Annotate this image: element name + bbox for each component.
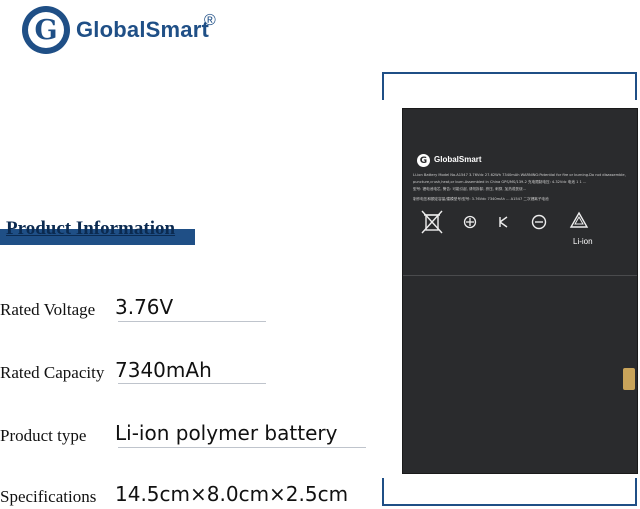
spec-label-voltage: Rated Voltage bbox=[0, 300, 96, 319]
spec-value-specifications: 14.5cm×8.0cm×2.5cm bbox=[115, 482, 349, 506]
brand-name: GlobalSmart bbox=[76, 17, 210, 42]
compliance-mark-icon bbox=[531, 214, 547, 230]
certification-mark-icon bbox=[463, 215, 477, 229]
battery-brand: GlobalSmart bbox=[434, 155, 482, 164]
battery-divider bbox=[403, 275, 637, 276]
spec-label-type: Product type bbox=[0, 426, 87, 445]
rule-capacity bbox=[118, 383, 266, 384]
recycle-label: Li-ion bbox=[573, 237, 593, 246]
kc-mark-icon bbox=[497, 215, 511, 229]
battery-icons bbox=[421, 209, 591, 235]
registered-mark: ® bbox=[204, 12, 216, 29]
battery-label-line1: Li-ion Battery Model No.A1547 3.76Vdc 27… bbox=[413, 173, 626, 177]
battery-image: G GlobalSmart Li-ion Battery Model No.A1… bbox=[402, 108, 638, 474]
logo-letter: G bbox=[34, 14, 58, 46]
crossed-bin-icon bbox=[421, 209, 443, 235]
recycle-icon bbox=[567, 211, 591, 233]
rule-voltage bbox=[118, 321, 266, 322]
spec-label-specifications: Specifications bbox=[0, 487, 97, 506]
battery-label-line4: 制作电压和额定容量/建模型号/型号: 3.76Vdc 7340mAh ... A… bbox=[413, 197, 549, 201]
rule-type bbox=[118, 447, 366, 448]
section-title: Product Information bbox=[6, 218, 176, 239]
globalsmart-logo-icon: G bbox=[22, 6, 70, 54]
spec-value-voltage: 3.76V bbox=[115, 295, 174, 319]
battery-label-line3: 型号: 锂电池电芯, 警告: 可能引起, 请勿拆卸, 挤压, 刺穿, 加热或焚烧… bbox=[413, 187, 526, 191]
battery-label-line2: puncture,crush,heat,or burn.Assembled in… bbox=[413, 180, 587, 184]
spec-label-capacity: Rated Capacity bbox=[0, 363, 105, 382]
image-frame-bottom bbox=[382, 478, 637, 506]
battery-logo-icon: G bbox=[417, 154, 430, 167]
spec-value-capacity: 7340mAh bbox=[115, 358, 212, 382]
battery-connector bbox=[623, 368, 635, 390]
spec-value-type: Li-ion polymer battery bbox=[115, 421, 338, 445]
image-frame-top bbox=[382, 72, 637, 100]
